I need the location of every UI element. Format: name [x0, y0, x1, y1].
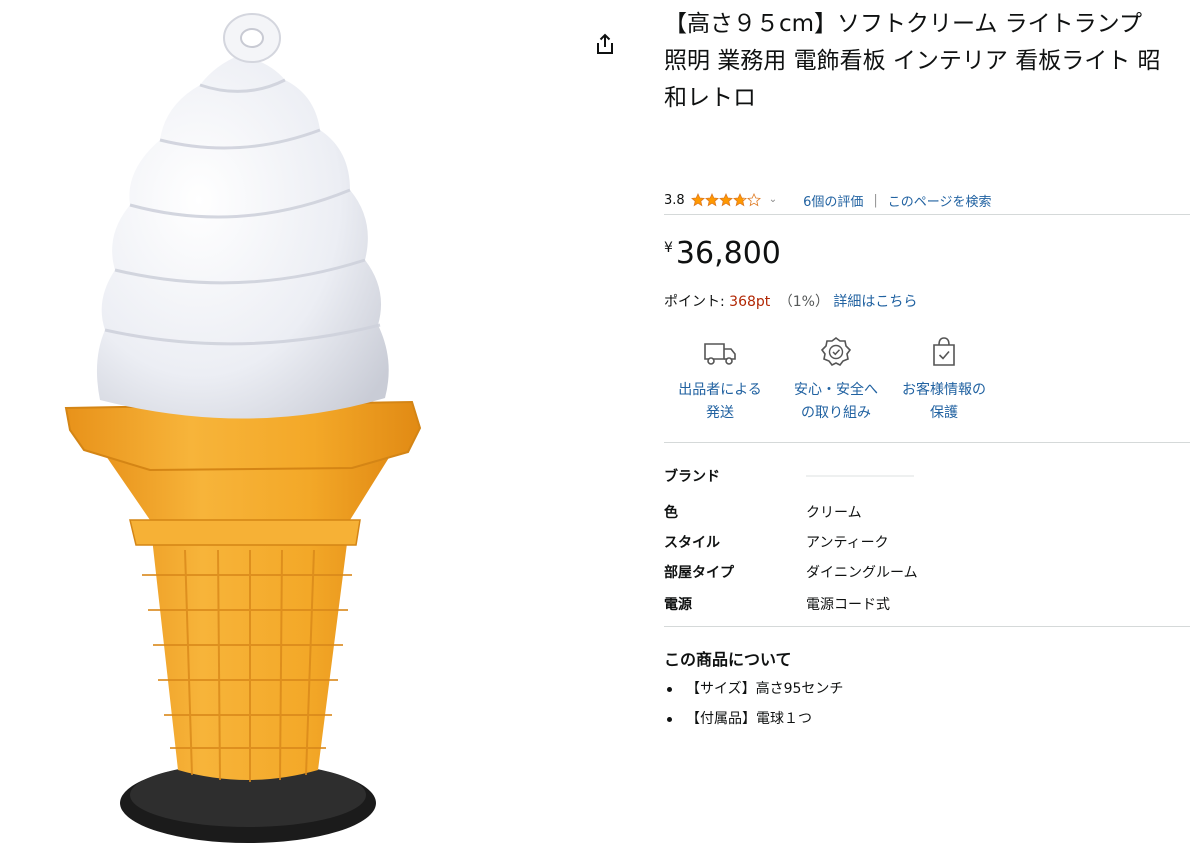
- price-currency: ¥: [664, 240, 673, 256]
- spec-key: 色: [664, 505, 678, 521]
- star-icon: [704, 193, 719, 207]
- spec-row-color: 色 クリーム: [664, 502, 1190, 524]
- star-icon: [718, 193, 733, 207]
- star-icon: [746, 193, 761, 207]
- about-heading: この商品について: [664, 650, 792, 669]
- list-item: 【付属品】電球１つ: [664, 708, 1190, 738]
- feature-safety-efforts[interactable]: 安心・安全へ の取り組み: [776, 334, 896, 425]
- feature-privacy-protection[interactable]: お客様情報の 保護: [884, 334, 1004, 425]
- spec-key: 部屋タイプ: [664, 565, 734, 581]
- feature-label[interactable]: 安心・安全へ の取り組み: [776, 379, 896, 425]
- feature-label[interactable]: 出品者による 発送: [660, 379, 780, 425]
- spec-key: 電源: [664, 597, 692, 613]
- spec-row-power: 電源 電源コード式: [664, 594, 1190, 616]
- product-image[interactable]: [0, 0, 470, 860]
- spec-value: アンティーク: [806, 535, 889, 551]
- star-rating[interactable]: [690, 193, 761, 207]
- spec-row-room-type: 部屋タイプ ダイニングルーム: [664, 562, 1190, 584]
- delivery-truck-icon: [704, 343, 736, 365]
- soft-serve-lamp-illustration: [64, 13, 422, 843]
- rating-row: 3.8 ⌄ 6個の評価 | このページを検索: [664, 188, 1190, 212]
- spec-row-brand: ブランド: [664, 466, 1190, 488]
- points-info: ポイント: 368pt （1%） 詳細はこちら: [664, 291, 917, 311]
- feature-shipped-by-seller[interactable]: 出品者による 発送: [660, 334, 780, 425]
- points-percent: （1%）: [778, 294, 829, 310]
- search-page-link[interactable]: このページを検索: [888, 191, 992, 210]
- price-amount: 36,800: [675, 236, 781, 271]
- feature-badges: 出品者による 発送 安心・安全へ の取り組み お客様情報の 保護: [664, 334, 1024, 434]
- separator: |: [873, 192, 878, 208]
- spec-key: スタイル: [664, 535, 720, 551]
- spec-value-brand: [806, 475, 914, 477]
- spec-value: 電源コード式: [806, 597, 890, 613]
- divider: [664, 214, 1190, 215]
- points-label: ポイント:: [664, 294, 725, 310]
- privacy-bag-icon: [933, 337, 955, 366]
- spec-value: ダイニングルーム: [806, 565, 918, 581]
- spec-value: クリーム: [806, 505, 862, 521]
- star-icon: [690, 193, 705, 207]
- chevron-down-icon[interactable]: ⌄: [769, 194, 777, 205]
- feature-label[interactable]: お客様情報の 保護: [884, 379, 1004, 425]
- points-value: 368pt: [729, 294, 771, 310]
- about-bullets: 【サイズ】高さ95センチ 【付属品】電球１つ: [664, 678, 1190, 738]
- share-icon[interactable]: [592, 32, 618, 58]
- spec-row-style: スタイル アンティーク: [664, 532, 1190, 554]
- spec-key: ブランド: [664, 469, 720, 485]
- security-badge-icon: [820, 337, 852, 367]
- points-details-link[interactable]: 詳細はこちら: [833, 294, 917, 310]
- divider: [664, 626, 1190, 627]
- ratings-count-link[interactable]: 6個の評価: [803, 191, 863, 210]
- product-title: 【高さ９５cm】ソフトクリーム ライトランプ 照明 業務用 電飾看板 インテリア…: [664, 11, 1161, 111]
- divider: [664, 442, 1190, 443]
- rating-value: 3.8: [664, 192, 685, 208]
- price: ¥ 36,800: [664, 232, 781, 276]
- star-icon: [732, 193, 747, 207]
- list-item: 【サイズ】高さ95センチ: [664, 678, 1190, 708]
